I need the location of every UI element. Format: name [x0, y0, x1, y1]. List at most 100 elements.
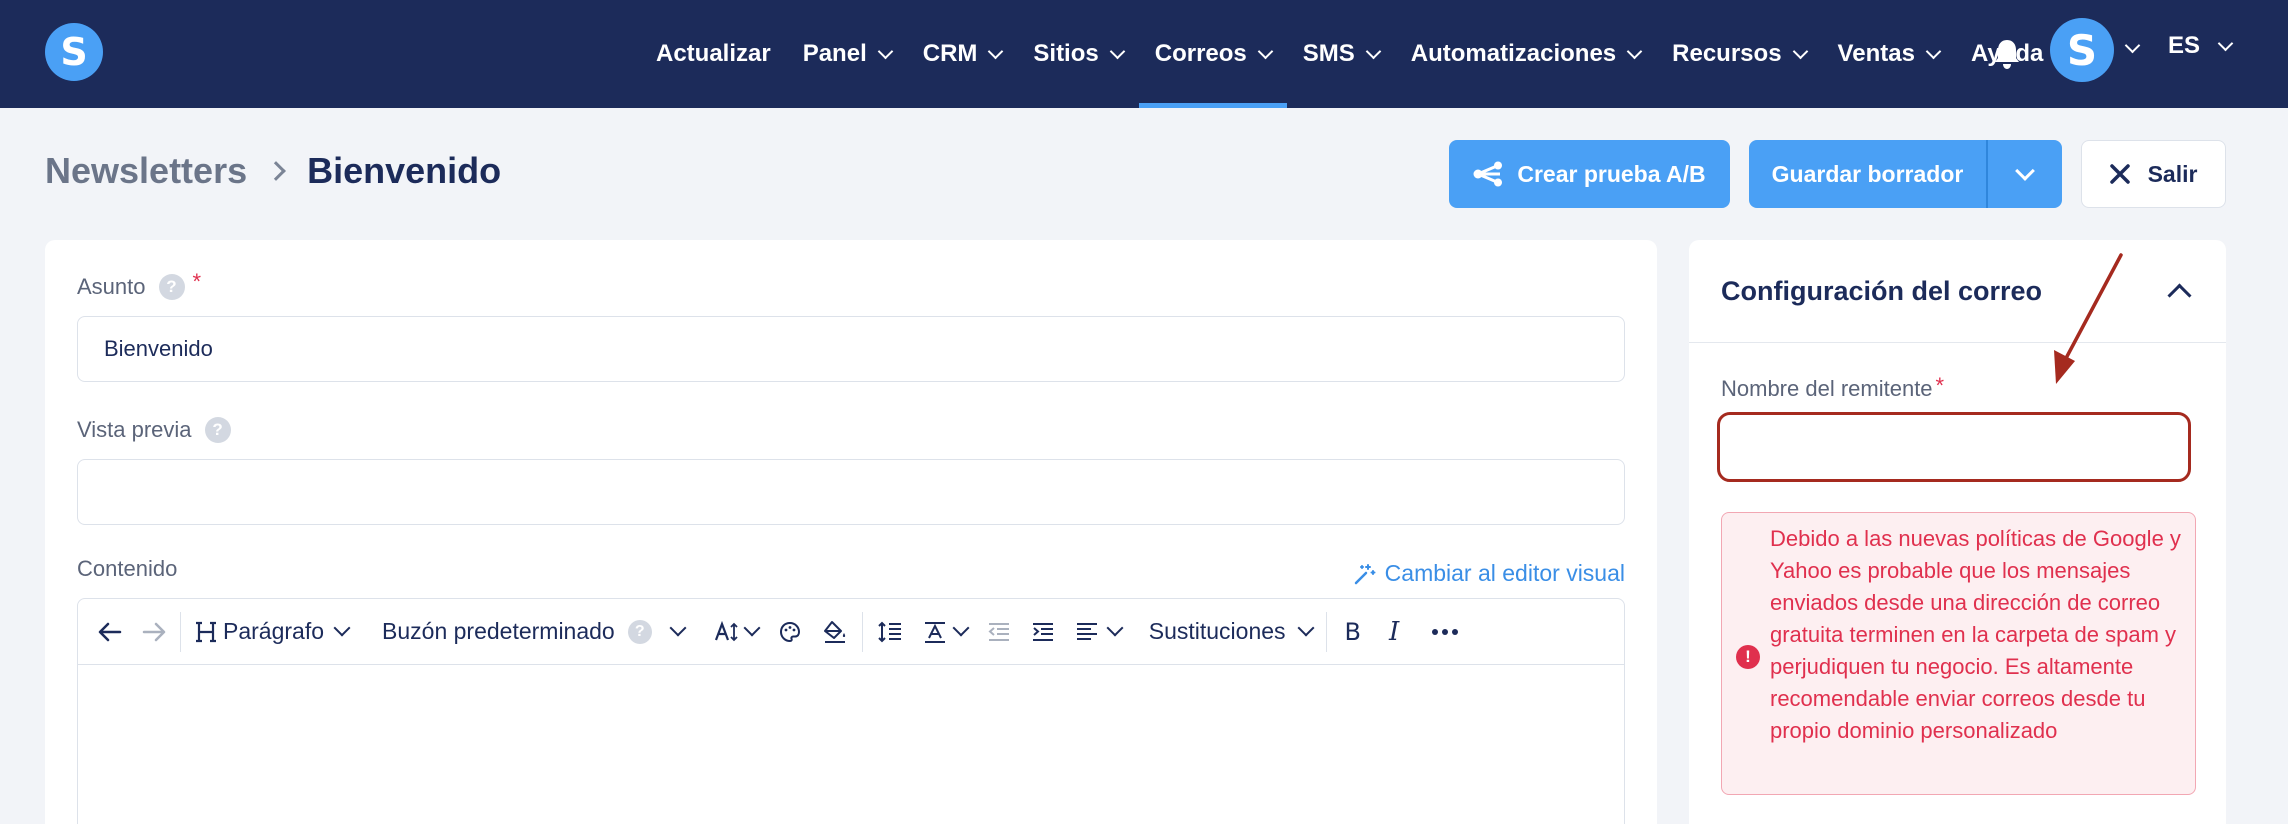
create-ab-test-button[interactable]: Crear prueba A/B [1449, 140, 1730, 208]
chevron-down-icon [333, 619, 351, 637]
nav-item-label: Sitios [1033, 40, 1099, 67]
italic-icon: I [1389, 616, 1400, 647]
chevron-down-icon [669, 619, 687, 637]
sender-name-input[interactable] [1717, 412, 2191, 482]
more-options-button[interactable] [1413, 599, 1477, 665]
help-icon[interactable]: ? [158, 274, 185, 300]
chevron-down-icon [877, 43, 894, 59]
chevron-right-icon [266, 161, 287, 181]
chevron-down-icon [1925, 43, 1942, 59]
undo-button[interactable] [88, 599, 132, 665]
preview-label: Vista previa [77, 417, 192, 442]
bold-button[interactable]: B [1331, 599, 1375, 665]
indent-button[interactable] [1021, 599, 1065, 665]
nav-item-label: Actualizar [656, 40, 771, 67]
text-style-dropdown[interactable] [913, 599, 977, 665]
language-selector[interactable]: ES [2168, 32, 2234, 60]
close-icon [2109, 164, 2130, 184]
share-nodes-icon [1473, 161, 1503, 187]
font-size-icon [714, 620, 738, 641]
breadcrumb: Newsletters Bienvenido [45, 150, 501, 192]
content-label-row: Contenido [77, 556, 177, 582]
arrow-left-icon [98, 622, 122, 641]
settings-card-title: Configuración del correo [1721, 275, 2043, 306]
spam-warning-alert: ! Debido a las nuevas políticas de Googl… [1721, 512, 2196, 795]
palette-icon [779, 621, 800, 642]
paragraph-format-dropdown[interactable]: Parágrafo [185, 599, 358, 665]
toolbar-divider [180, 611, 181, 652]
chevron-down-icon [2217, 35, 2234, 51]
page-title: Bienvenido [307, 150, 502, 191]
switch-visual-editor-link[interactable]: Cambiar al editor visual [1353, 560, 1625, 587]
switch-visual-editor-label: Cambiar al editor visual [1384, 560, 1625, 586]
editor-body[interactable] [78, 665, 1624, 824]
save-draft-button[interactable]: Guardar borrador [1749, 140, 1986, 208]
substitutions-dropdown[interactable]: Sustituciones [1139, 599, 1322, 665]
arrow-right-icon [142, 622, 166, 641]
email-settings-card: Configuración del correo Nombre del remi… [1689, 240, 2226, 824]
italic-button[interactable]: I [1375, 599, 1413, 665]
indent-icon [1032, 622, 1053, 641]
main-menu: Actualizar Panel CRM Sitios Correos SMS … [640, 0, 2059, 108]
app-logo[interactable]: S [45, 23, 103, 81]
bell-icon[interactable] [1992, 38, 2022, 70]
subject-label-row: Asunto ? * [77, 269, 201, 300]
chevron-down-icon [1365, 43, 1382, 59]
nav-item-sms[interactable]: SMS [1287, 0, 1395, 108]
user-avatar[interactable]: S [2050, 18, 2114, 82]
help-icon[interactable]: ? [627, 619, 652, 644]
exit-button[interactable]: Salir [2081, 140, 2226, 208]
content-label: Contenido [77, 556, 178, 581]
chevron-down-icon [1109, 43, 1126, 59]
redo-button[interactable] [132, 599, 176, 665]
more-horizontal-icon [1432, 628, 1459, 635]
chevron-down-icon[interactable] [2124, 37, 2141, 54]
outdent-button[interactable] [977, 599, 1021, 665]
subject-input[interactable] [77, 316, 1625, 382]
nav-item-ventas[interactable]: Ventas [1822, 0, 1955, 108]
paragraph-format-label: Parágrafo [223, 618, 325, 644]
mailbox-dropdown[interactable]: Buzón predeterminado ? [372, 599, 694, 665]
chevron-down-icon [1257, 43, 1274, 59]
bold-icon: B [1344, 617, 1362, 646]
save-draft-label: Guardar borrador [1771, 160, 1964, 187]
nav-item-panel[interactable]: Panel [787, 0, 907, 108]
required-asterisk: * [1935, 373, 1945, 398]
settings-card-header[interactable]: Configuración del correo [1689, 240, 2226, 343]
breadcrumb-parent-link[interactable]: Newsletters [45, 150, 247, 192]
chevron-up-icon[interactable] [2167, 283, 2192, 308]
text-color-button[interactable] [768, 599, 812, 665]
preview-label-row: Vista previa ? [77, 417, 231, 443]
background-color-button[interactable] [812, 599, 858, 665]
chevron-down-icon [743, 619, 761, 637]
font-size-dropdown[interactable] [704, 599, 768, 665]
nav-item-label: Automatizaciones [1410, 40, 1617, 67]
help-icon[interactable]: ? [204, 417, 231, 443]
nav-item-sitios[interactable]: Sitios [1017, 0, 1138, 108]
line-height-button[interactable] [867, 599, 913, 665]
nav-item-label: Correos [1154, 40, 1247, 67]
toolbar-divider [1325, 611, 1327, 652]
nav-item-correos[interactable]: Correos [1138, 0, 1287, 108]
chevron-down-icon [988, 43, 1004, 59]
nav-item-label: Panel [802, 40, 867, 67]
preview-text-input[interactable] [77, 459, 1625, 525]
chevron-down-icon [1792, 43, 1808, 59]
exit-label: Salir [2147, 160, 2198, 187]
nav-item-recursos[interactable]: Recursos [1656, 0, 1821, 108]
nav-item-crm[interactable]: CRM [907, 0, 1018, 108]
nav-item-automatizaciones[interactable]: Automatizaciones [1395, 0, 1656, 108]
alert-circle-icon: ! [1736, 645, 1760, 669]
mailbox-label: Buzón predeterminado [382, 618, 615, 644]
align-dropdown[interactable] [1065, 599, 1131, 665]
text-format-icon [924, 621, 945, 643]
save-options-dropdown-button[interactable] [1986, 140, 2062, 208]
subject-label: Asunto [77, 274, 146, 299]
magic-wand-icon [1354, 563, 1376, 584]
nav-item-actualizar[interactable]: Actualizar [640, 0, 787, 108]
substitutions-label: Sustituciones [1148, 618, 1286, 644]
language-label: ES [2168, 32, 2201, 59]
nav-item-label: CRM [922, 40, 978, 67]
create-ab-test-label: Crear prueba A/B [1517, 160, 1706, 187]
toolbar-divider [861, 611, 863, 652]
